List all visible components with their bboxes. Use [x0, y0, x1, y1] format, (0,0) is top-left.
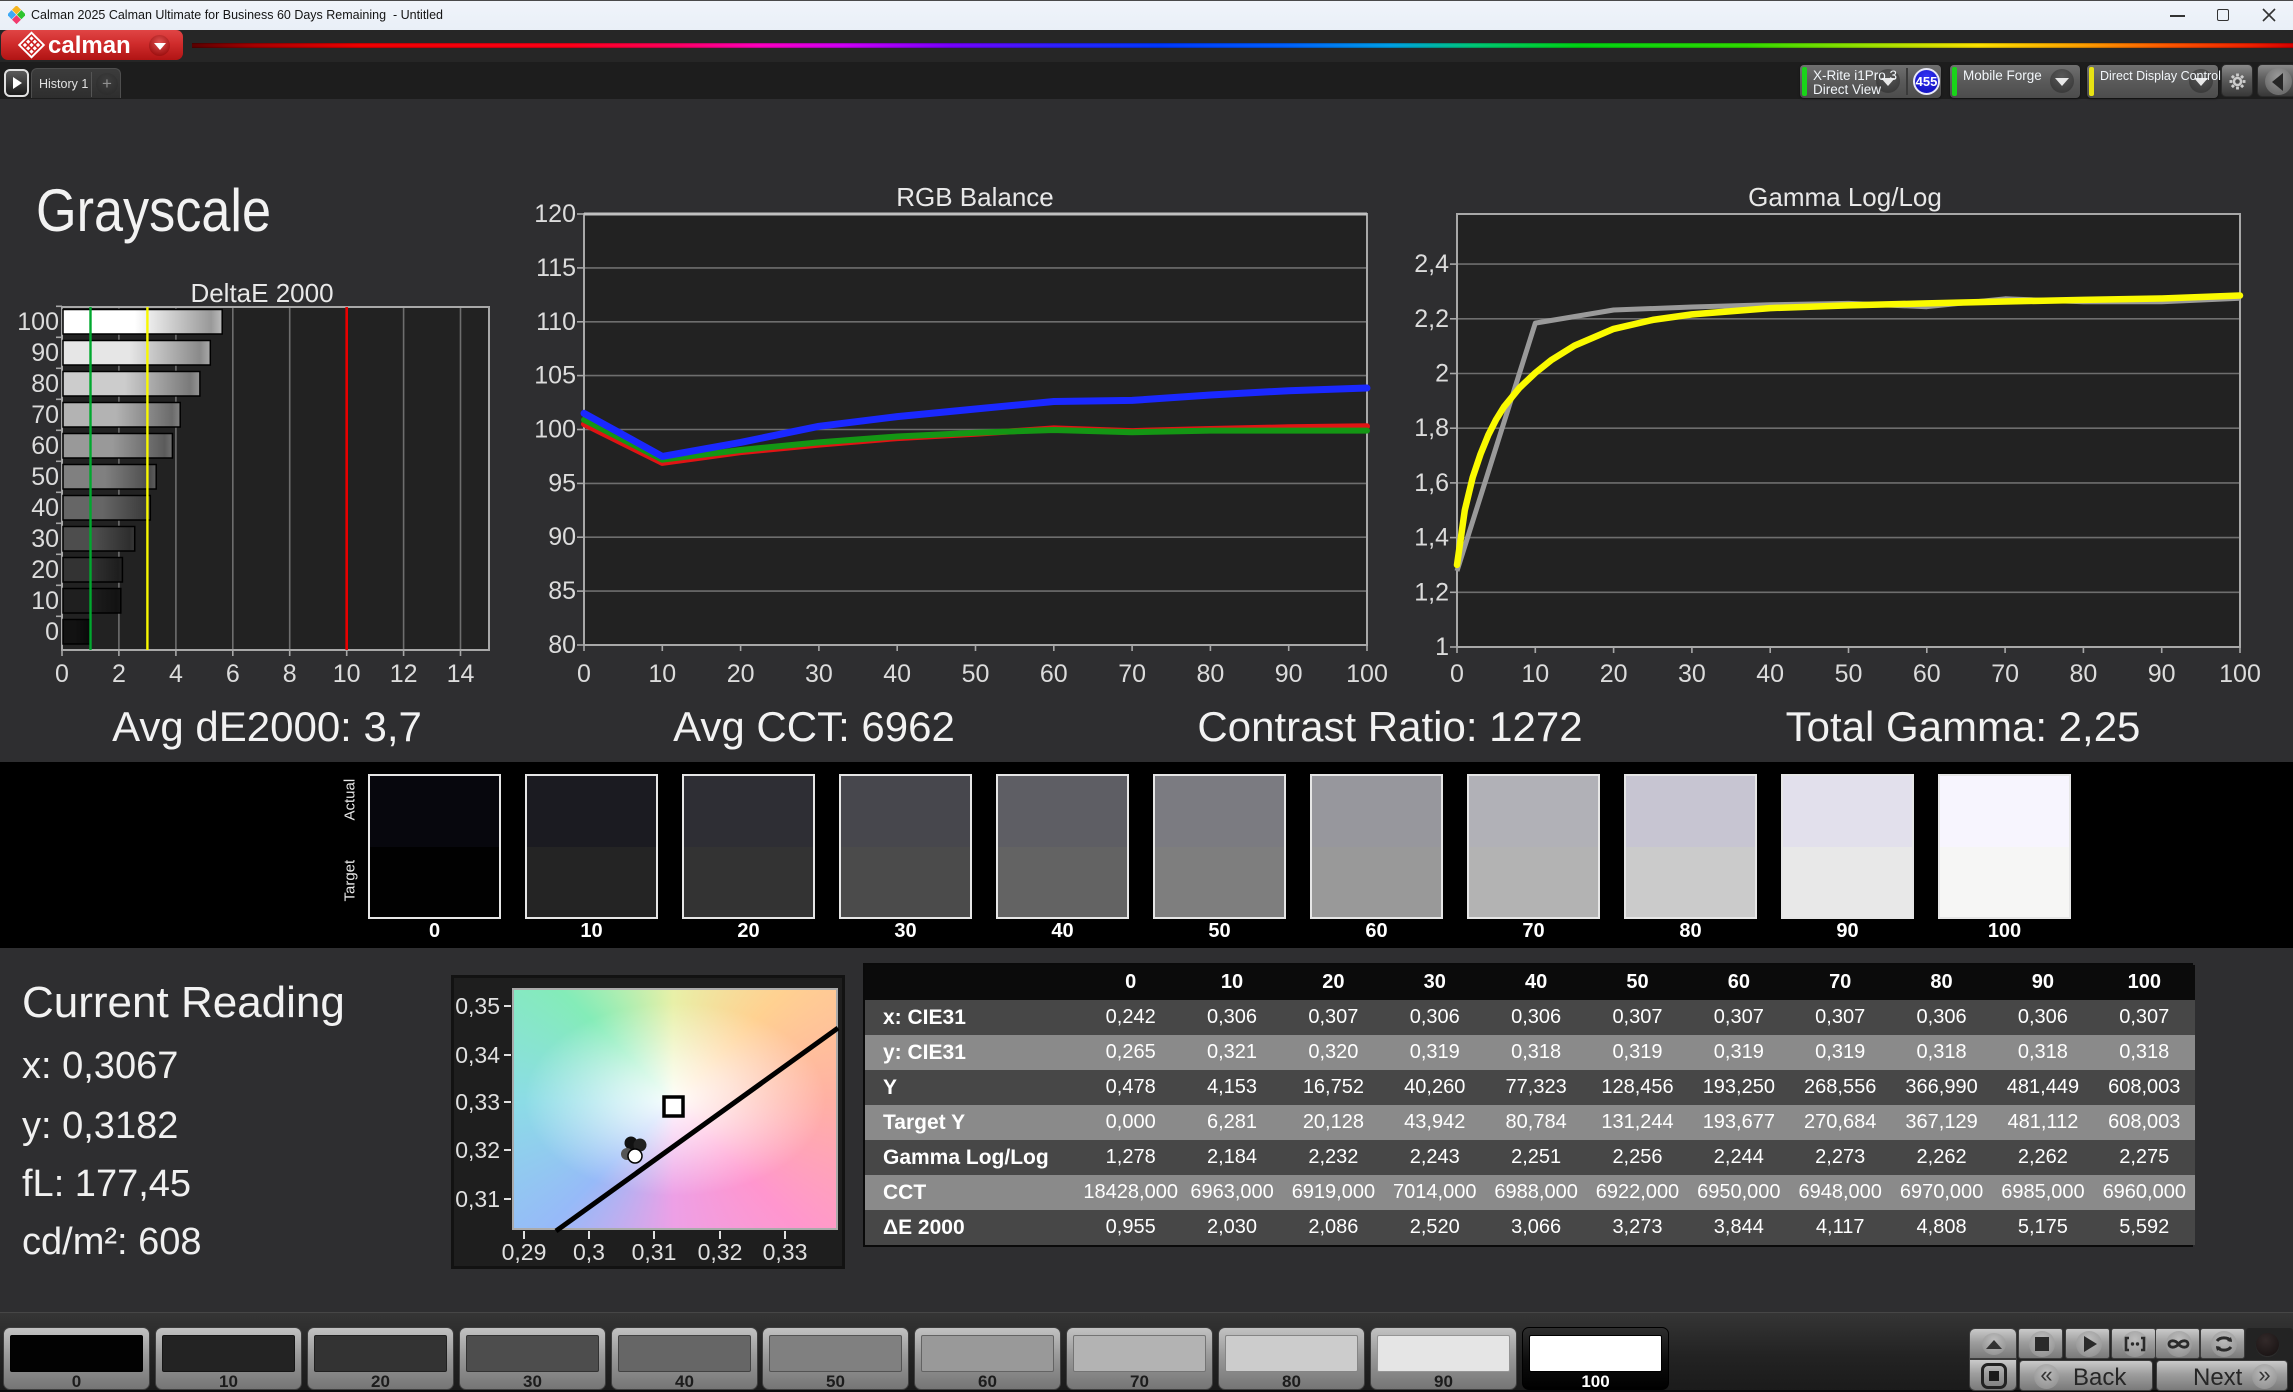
- svg-text:90: 90: [1275, 660, 1303, 688]
- svg-text:2: 2: [112, 660, 126, 688]
- svg-text:1: 1: [1435, 633, 1449, 661]
- svg-text:110: 110: [536, 308, 576, 336]
- svg-text:100: 100: [17, 308, 59, 336]
- svg-text:50: 50: [31, 463, 59, 491]
- svg-text:50: 50: [962, 660, 990, 688]
- svg-text:100: 100: [2219, 660, 2261, 688]
- svg-text:105: 105: [534, 362, 576, 390]
- svg-text:60: 60: [1040, 660, 1068, 688]
- svg-text:40: 40: [1756, 660, 1784, 688]
- svg-text:70: 70: [1118, 660, 1146, 688]
- svg-text:80: 80: [548, 631, 576, 659]
- svg-text:30: 30: [1678, 660, 1706, 688]
- svg-text:115: 115: [536, 254, 576, 282]
- svg-text:6: 6: [226, 660, 240, 688]
- svg-text:30: 30: [31, 525, 59, 553]
- svg-text:20: 20: [1600, 660, 1628, 688]
- svg-text:RGB Balance: RGB Balance: [896, 182, 1054, 212]
- svg-text:60: 60: [31, 432, 59, 460]
- svg-text:50: 50: [1835, 660, 1863, 688]
- svg-text:95: 95: [548, 469, 576, 497]
- svg-text:80: 80: [2069, 660, 2097, 688]
- svg-text:30: 30: [805, 660, 833, 688]
- svg-text:90: 90: [548, 523, 576, 551]
- svg-text:1,4: 1,4: [1414, 524, 1449, 552]
- svg-text:1,8: 1,8: [1414, 414, 1449, 442]
- svg-text:10: 10: [31, 587, 59, 615]
- svg-text:70: 70: [1991, 660, 2019, 688]
- svg-text:14: 14: [447, 660, 475, 688]
- svg-text:10: 10: [1521, 660, 1549, 688]
- svg-text:85: 85: [548, 577, 576, 605]
- svg-text:2: 2: [1435, 360, 1449, 388]
- svg-text:90: 90: [31, 339, 59, 367]
- svg-text:2,2: 2,2: [1414, 305, 1449, 333]
- svg-text:90: 90: [2148, 660, 2176, 688]
- svg-text:10: 10: [648, 660, 676, 688]
- svg-text:10: 10: [333, 660, 361, 688]
- svg-text:0: 0: [55, 660, 69, 688]
- svg-text:DeltaE 2000: DeltaE 2000: [190, 278, 333, 308]
- svg-text:100: 100: [534, 416, 576, 444]
- svg-text:8: 8: [283, 660, 297, 688]
- svg-text:4: 4: [169, 660, 183, 688]
- svg-text:12: 12: [390, 660, 418, 688]
- svg-text:40: 40: [883, 660, 911, 688]
- svg-text:100: 100: [1346, 660, 1388, 688]
- svg-text:0: 0: [1450, 660, 1464, 688]
- svg-text:1,2: 1,2: [1414, 578, 1449, 606]
- svg-text:60: 60: [1913, 660, 1941, 688]
- svg-text:80: 80: [31, 370, 59, 398]
- svg-text:1,6: 1,6: [1414, 469, 1449, 497]
- svg-text:20: 20: [31, 556, 59, 584]
- svg-text:0: 0: [577, 660, 591, 688]
- svg-text:80: 80: [1196, 660, 1224, 688]
- svg-text:70: 70: [31, 401, 59, 429]
- svg-text:2,4: 2,4: [1414, 250, 1449, 278]
- svg-text:Gamma Log/Log: Gamma Log/Log: [1748, 182, 1942, 212]
- svg-text:20: 20: [727, 660, 755, 688]
- svg-text:40: 40: [31, 494, 59, 522]
- svg-text:120: 120: [534, 200, 576, 228]
- svg-text:0: 0: [45, 618, 59, 646]
